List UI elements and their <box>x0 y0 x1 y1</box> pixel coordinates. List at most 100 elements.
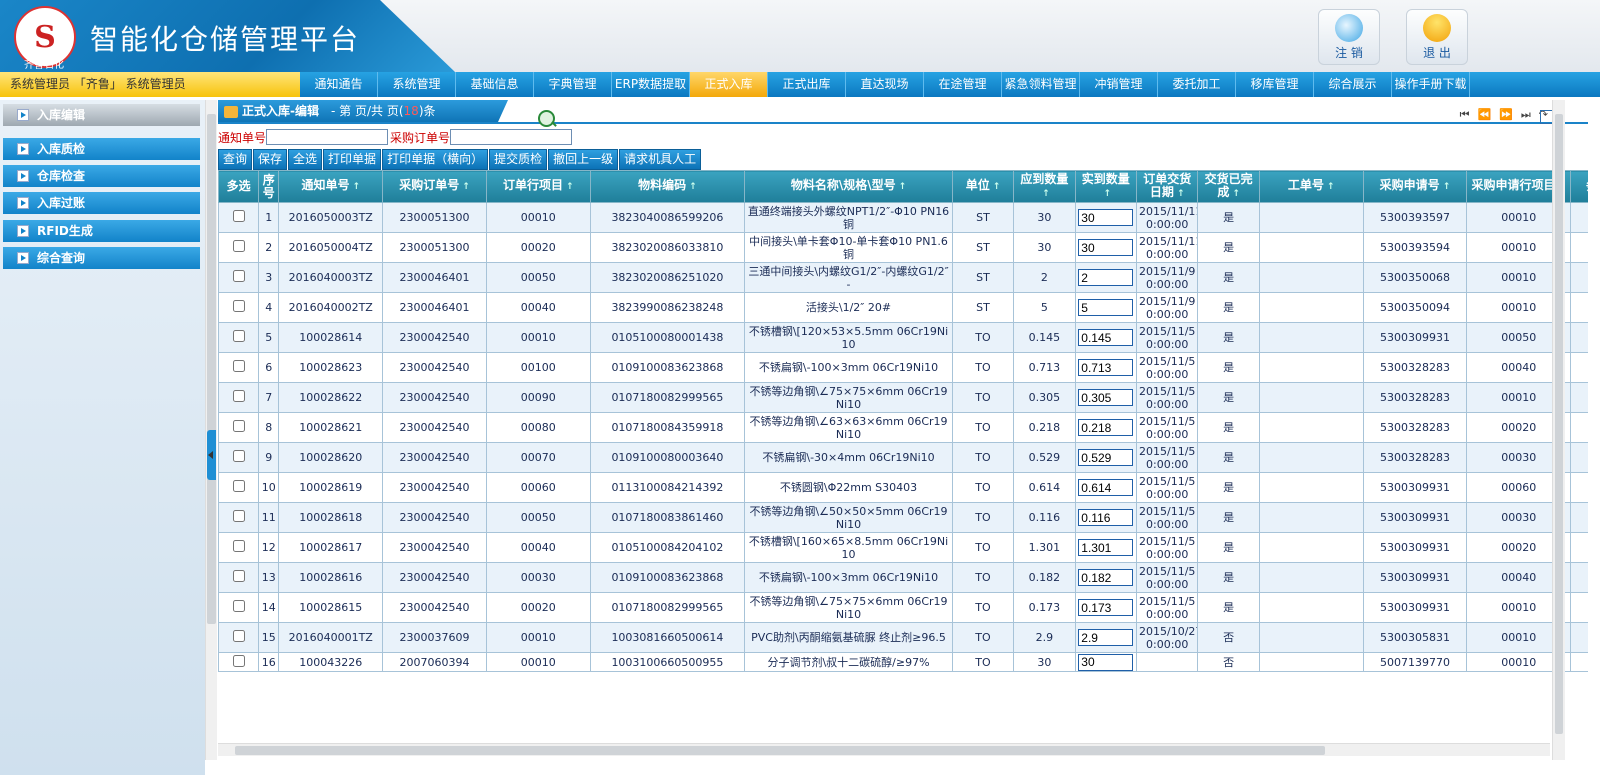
main-horizontal-scrollbar[interactable] <box>218 743 1550 756</box>
toolbar-button-0[interactable]: 查询 <box>218 149 253 170</box>
table-row[interactable]: 15 2016040001TZ 2300037609 00010 10030816605… <box>218 622 1588 653</box>
row-checkbox[interactable] <box>232 270 245 282</box>
row-checkbox[interactable] <box>232 240 245 252</box>
pager-button-1[interactable]: ⏪ <box>1477 108 1491 122</box>
table-row[interactable]: 1 2016050003TZ 2300051300 00010 382304008659… <box>218 202 1588 233</box>
horizontal-scroll-thumb[interactable] <box>235 746 1325 755</box>
table-row[interactable]: 6 100028623 2300042540 00100 010910008362386… <box>218 352 1588 383</box>
column-header-0[interactable]: 多选 <box>218 170 260 203</box>
table-row[interactable]: 3 2016040003TZ 2300046401 00050 382302008625… <box>218 262 1588 293</box>
pager-button-3[interactable]: ⏭ <box>1521 108 1531 122</box>
nav-item-2[interactable]: 基础信息 <box>456 72 534 97</box>
actual-qty-input[interactable] <box>1078 653 1134 671</box>
actual-qty-input[interactable] <box>1078 599 1134 616</box>
column-header-12[interactable]: 工单号 ↑ <box>1258 170 1364 203</box>
table-row[interactable]: 12 100028617 2300042540 00040 01051000842041… <box>218 532 1588 563</box>
row-checkbox[interactable] <box>232 510 245 522</box>
toolbar-button-7[interactable]: 请求机具人工 <box>619 149 702 170</box>
actual-qty-input[interactable] <box>1078 569 1134 586</box>
po-number-input[interactable] <box>450 129 573 145</box>
actual-qty-input[interactable] <box>1078 299 1134 316</box>
toolbar-button-6[interactable]: 撤回上一级 <box>548 149 619 170</box>
actual-qty-input[interactable] <box>1078 329 1134 346</box>
search-icon[interactable] <box>538 110 555 127</box>
sidebar-item-4[interactable]: RFID生成 <box>3 220 200 242</box>
column-header-7[interactable]: 单位 ↑ <box>951 170 1015 203</box>
column-header-13[interactable]: 采购申请号 ↑ <box>1362 170 1468 203</box>
sidebar-item-1[interactable]: 入库质检 <box>3 138 200 160</box>
row-checkbox[interactable] <box>232 360 245 372</box>
actual-qty-input[interactable] <box>1078 389 1134 406</box>
column-header-5[interactable]: 物料编码 ↑ <box>589 170 746 203</box>
toolbar-button-3[interactable]: 打印单据 <box>323 149 382 170</box>
column-header-10[interactable]: 订单交货日期 ↑ <box>1135 170 1199 203</box>
row-checkbox[interactable] <box>232 480 245 492</box>
nav-item-1[interactable]: 系统管理 <box>378 72 456 97</box>
actual-qty-input[interactable] <box>1078 419 1134 436</box>
nav-item-6[interactable]: 正式出库 <box>768 72 846 97</box>
column-header-4[interactable]: 订单行项目 ↑ <box>485 170 591 203</box>
column-header-2[interactable]: 通知单号 ↑ <box>278 170 384 203</box>
sidebar-item-2[interactable]: 仓库检查 <box>3 165 200 187</box>
toolbar-button-2[interactable]: 全选 <box>288 149 323 170</box>
table-row[interactable]: 9 100028620 2300042540 00070 010910008000364… <box>218 442 1588 473</box>
nav-item-13[interactable]: 综合展示 <box>1314 72 1392 97</box>
notice-number-input[interactable] <box>266 129 389 145</box>
sidebar-item-5[interactable]: 综合查询 <box>3 247 200 269</box>
vertical-scroll-thumb[interactable] <box>1555 114 1563 734</box>
row-checkbox[interactable] <box>232 390 245 402</box>
pager-button-0[interactable]: ⏮ <box>1460 108 1470 122</box>
actual-qty-input[interactable] <box>1078 239 1134 256</box>
row-checkbox[interactable] <box>232 450 245 462</box>
nav-item-7[interactable]: 直达现场 <box>846 72 924 97</box>
column-header-6[interactable]: 物料名称\规格\型号 ↑ <box>744 170 953 203</box>
table-row[interactable]: 7 100028622 2300042540 00090 010718008299956… <box>218 382 1588 413</box>
actual-qty-input[interactable] <box>1078 209 1134 226</box>
table-row[interactable]: 10 100028619 2300042540 00060 01131000842143… <box>218 472 1588 503</box>
column-header-1[interactable]: 序号 <box>258 170 280 203</box>
column-header-9[interactable]: 实到数量 ↑ <box>1074 170 1138 203</box>
table-row[interactable]: 4 2016040002TZ 2300046401 00040 382399008623… <box>218 292 1588 323</box>
table-row[interactable]: 11 100028618 2300042540 00050 01071800838614… <box>218 502 1588 533</box>
nav-item-12[interactable]: 移库管理 <box>1236 72 1314 97</box>
actual-qty-input[interactable] <box>1078 539 1134 556</box>
table-row[interactable]: 2 2016050004TZ 2300051300 00020 382302008603… <box>218 232 1588 263</box>
row-checkbox[interactable] <box>232 330 245 342</box>
nav-item-11[interactable]: 委托加工 <box>1158 72 1236 97</box>
row-checkbox[interactable] <box>232 540 245 552</box>
column-header-8[interactable]: 应到数量 ↑ <box>1013 170 1076 203</box>
nav-item-9[interactable]: 紧急领料管理 <box>1002 72 1080 97</box>
column-header-11[interactable]: 交货已完成 ↑ <box>1197 170 1260 203</box>
main-vertical-scrollbar[interactable] <box>1552 100 1565 760</box>
logout-button[interactable]: 注 销 <box>1318 9 1380 65</box>
nav-item-5[interactable]: 正式入库 <box>690 72 768 97</box>
table-row[interactable]: 8 100028621 2300042540 00080 010718008435991… <box>218 412 1588 443</box>
table-row[interactable]: 13 100028616 2300042540 00030 01091000836238… <box>218 562 1588 593</box>
column-header-15[interactable]: 条形码 <box>1570 170 1588 203</box>
table-row[interactable]: 16 100043226 2007060394 00010 10031006605009… <box>218 652 1588 672</box>
nav-item-14[interactable]: 操作手册下载 <box>1392 72 1470 97</box>
column-header-3[interactable]: 采购订单号 ↑ <box>382 170 487 203</box>
exit-button[interactable]: 退 出 <box>1406 9 1468 65</box>
row-checkbox[interactable] <box>232 570 245 582</box>
row-checkbox[interactable] <box>232 420 245 432</box>
actual-qty-input[interactable] <box>1078 449 1134 466</box>
toolbar-button-1[interactable]: 保存 <box>253 149 288 170</box>
sidebar-item-3[interactable]: 入库过账 <box>3 192 200 214</box>
nav-item-8[interactable]: 在途管理 <box>924 72 1002 97</box>
nav-item-10[interactable]: 冲销管理 <box>1080 72 1158 97</box>
actual-qty-input[interactable] <box>1078 629 1134 646</box>
toolbar-button-4[interactable]: 打印单据（横向） <box>382 149 489 170</box>
row-checkbox[interactable] <box>232 630 245 642</box>
sidebar-item-0[interactable]: 入库编辑 <box>3 104 200 126</box>
actual-qty-input[interactable] <box>1078 359 1134 376</box>
nav-item-4[interactable]: ERP数据提取 <box>612 72 690 97</box>
actual-qty-input[interactable] <box>1078 479 1134 496</box>
nav-item-0[interactable]: 通知通告 <box>300 72 378 97</box>
sidebar-scroll-thumb[interactable] <box>207 114 216 624</box>
table-row[interactable]: 5 100028614 2300042540 00010 010510008000143… <box>218 322 1588 353</box>
actual-qty-input[interactable] <box>1078 269 1134 286</box>
nav-item-3[interactable]: 字典管理 <box>534 72 612 97</box>
row-checkbox[interactable] <box>232 600 245 612</box>
sidebar-collapse-toggle[interactable] <box>207 430 216 480</box>
